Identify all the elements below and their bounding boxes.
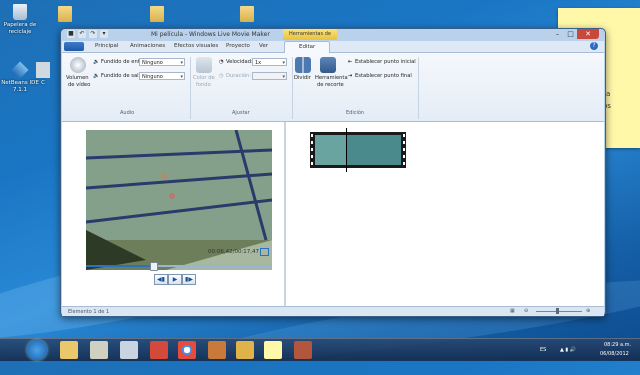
application-menu-button[interactable] <box>64 42 84 51</box>
volume-label[interactable]: de vídeo <box>68 82 90 88</box>
duration-label: Duración: <box>226 73 252 79</box>
seek-bar[interactable] <box>86 262 272 271</box>
fullscreen-icon[interactable] <box>260 248 269 256</box>
zoom-slider[interactable] <box>536 311 582 312</box>
tray-icons[interactable]: ▲ ▮ 🔊 <box>560 347 576 353</box>
maximize-button[interactable]: □ <box>564 29 577 39</box>
close-button[interactable]: ✕ <box>577 29 599 39</box>
folder-icon[interactable] <box>58 6 72 22</box>
play-button[interactable]: ▶ <box>168 274 182 285</box>
taskbar-app-icon[interactable] <box>208 341 226 359</box>
taskbar-app-icon[interactable] <box>90 341 108 359</box>
previous-frame-button[interactable]: ◀▮ <box>154 274 168 285</box>
set-start-icon: ⇤ <box>348 59 353 65</box>
recycle-bin-icon <box>13 4 27 20</box>
tab-efectos-visuales[interactable]: Efectos visuales <box>174 43 218 49</box>
group-label-adjust: Ajustar <box>232 110 250 116</box>
folder-icon[interactable] <box>240 6 254 22</box>
chrome-icon[interactable] <box>178 341 196 359</box>
fade-in-icon: 🔉 <box>93 59 100 65</box>
tab-proyecto[interactable]: Proyecto <box>226 43 250 49</box>
duration-icon: ◷ <box>219 73 224 79</box>
playback-time: 00:06,42/00:17,47 <box>208 249 260 255</box>
desktop-icon-shortcut[interactable]: C <box>26 62 60 87</box>
set-end-icon: ⇥ <box>348 73 353 79</box>
speed-icon: ◔ <box>219 59 224 65</box>
taskbar-app-icon[interactable] <box>236 341 254 359</box>
save-icon[interactable]: ■ <box>67 30 75 38</box>
fade-out-select[interactable]: Ninguno <box>139 72 185 81</box>
storyboard-view-icon[interactable]: ▦ <box>510 308 515 314</box>
speed-label: Velocidad: <box>226 59 253 65</box>
set-end-button[interactable]: Establecer punto final <box>355 73 412 79</box>
split-icon[interactable] <box>295 57 311 73</box>
window-title: Mi película - Windows Live Movie Maker <box>151 31 270 38</box>
tab-principal[interactable]: Principal <box>95 43 118 49</box>
ribbon: Volumen de vídeo 🔉 Fundido de entrada: N… <box>62 53 604 122</box>
undo-icon[interactable]: ↶ <box>78 30 86 38</box>
folder-icon[interactable] <box>150 6 164 22</box>
tab-animaciones[interactable]: Animaciones <box>130 43 165 49</box>
zoom-out-icon[interactable]: ⊖ <box>524 308 528 314</box>
customize-icon[interactable]: ▾ <box>100 30 108 38</box>
tab-editar[interactable]: Editar <box>284 41 331 53</box>
seek-bar-handle[interactable] <box>149 262 158 271</box>
title-bar[interactable]: ■ ↶ ↷ ▾ Mi película - Windows Live Movie… <box>61 29 605 48</box>
group-label-audio: Audio <box>120 110 135 116</box>
minimize-button[interactable]: – <box>551 29 564 39</box>
sticky-notes-icon[interactable] <box>264 341 282 359</box>
group-separator <box>418 57 419 119</box>
note-text: a <box>606 90 611 98</box>
split-button[interactable]: Dividir <box>294 75 311 81</box>
desktop-icon-label: C <box>41 80 45 86</box>
status-bar: Elemento 1 de 1 ▦ ⊖ ⊕ <box>62 306 604 316</box>
volume-icon[interactable] <box>70 57 86 73</box>
explorer-taskbar-icon[interactable] <box>60 341 78 359</box>
help-icon[interactable]: ? <box>590 42 598 50</box>
duration-select <box>252 72 287 81</box>
trim-tool-icon[interactable] <box>320 57 336 73</box>
fade-out-icon: 🔉 <box>93 73 100 79</box>
seek-bar-fill <box>86 265 153 267</box>
zoom-in-icon[interactable]: ⊕ <box>586 308 590 314</box>
workspace: 00:06,42/00:17,47 ◀▮ ▶ ▮▶ <box>62 122 604 306</box>
background-color-icon[interactable] <box>196 57 212 73</box>
ribbon-tabs: Principal Animaciones Efectos visuales P… <box>62 41 604 53</box>
desktop-icon-recycle-bin[interactable]: Papelera de reciclaje <box>0 4 46 36</box>
background-color-label[interactable]: Color de <box>193 75 215 81</box>
quick-access-toolbar: ■ ↶ ↷ ▾ <box>67 30 108 38</box>
desktop-icon-label: Papelera de reciclaje <box>3 22 37 35</box>
group-label-edit: Edición <box>346 110 365 116</box>
group-separator <box>190 57 191 119</box>
redo-icon[interactable]: ↷ <box>89 30 97 38</box>
contextual-tab-header: Herramientas de vídeo <box>283 29 337 48</box>
movie-maker-taskbar-icon[interactable] <box>294 341 312 359</box>
taskbar-app-icon[interactable] <box>150 341 168 359</box>
set-start-button[interactable]: Establecer punto inicial <box>355 59 416 65</box>
language-indicator[interactable]: ES <box>540 347 546 353</box>
next-frame-button[interactable]: ▮▶ <box>182 274 196 285</box>
movie-maker-window[interactable]: ■ ↶ ↷ ▾ Mi película - Windows Live Movie… <box>60 28 606 317</box>
timeline-cursor[interactable] <box>346 128 347 172</box>
volume-label[interactable]: Volumen <box>66 75 89 81</box>
pane-divider[interactable] <box>284 122 286 306</box>
tab-ver[interactable]: Ver <box>259 43 268 49</box>
start-button[interactable] <box>27 340 47 360</box>
zoom-slider-handle[interactable] <box>556 308 559 314</box>
clock-time[interactable]: 08:29 a.m. <box>604 342 631 348</box>
status-text: Elemento 1 de 1 <box>68 309 110 315</box>
group-separator <box>292 57 293 119</box>
taskbar-app-icon[interactable] <box>120 341 138 359</box>
fade-in-select[interactable]: Ninguno <box>139 58 185 67</box>
speed-select[interactable]: 1x <box>252 58 287 67</box>
window-controls: – □ ✕ <box>551 29 599 39</box>
background-color-label[interactable]: fondo <box>196 82 211 88</box>
clock-date[interactable]: 06/08/2012 <box>600 351 629 357</box>
desktop-shortcut-icon <box>36 62 50 78</box>
taskbar: ES ▲ ▮ 🔊 08:29 a.m. 06/08/2012 <box>0 338 640 361</box>
timeline-clip[interactable] <box>310 132 406 168</box>
trim-tool-label[interactable]: de recorte <box>317 82 344 88</box>
trim-tool-label[interactable]: Herramienta <box>315 75 348 81</box>
